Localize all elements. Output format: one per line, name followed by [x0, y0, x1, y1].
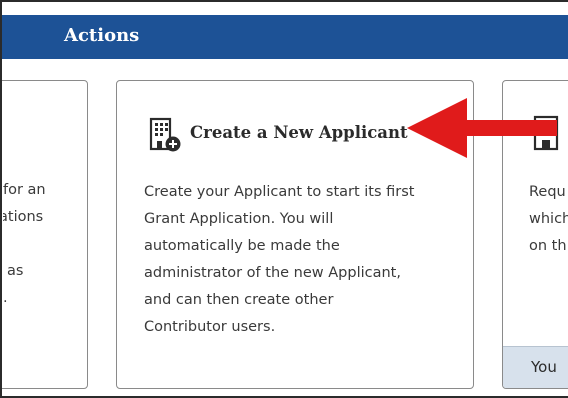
- red-arrow-left-icon: [407, 98, 557, 158]
- description-line: and can then create other: [144, 292, 334, 308]
- right-card-line: Requ: [529, 184, 566, 200]
- left-card-line: ations: [3, 209, 44, 225]
- right-card-line: on th: [529, 238, 567, 254]
- app-window: Actions for an ations as . Create a New …: [0, 0, 568, 398]
- description-line: Grant Application. You will: [144, 211, 334, 227]
- description-line: administrator of the new Applicant,: [144, 265, 401, 281]
- description-line: Create your Applicant to start its first: [144, 184, 415, 200]
- action-card-left[interactable]: for an ations as .: [2, 80, 88, 389]
- actions-header: Actions: [2, 15, 568, 59]
- description-line: Contributor users.: [144, 319, 276, 335]
- left-card-line: as: [7, 263, 24, 279]
- right-card-footer: You: [503, 346, 568, 388]
- description-line: automatically be made the: [144, 238, 340, 254]
- building-plus-icon: [149, 117, 181, 152]
- right-card-line: which: [529, 211, 568, 227]
- left-card-description: for an ations as .: [3, 81, 87, 388]
- header-title: Actions: [64, 25, 140, 46]
- left-card-line: .: [3, 290, 8, 306]
- card-title[interactable]: Create a New Applicant: [190, 123, 408, 142]
- left-card-line: for an: [3, 182, 46, 198]
- right-card-footer-text: You: [531, 358, 557, 376]
